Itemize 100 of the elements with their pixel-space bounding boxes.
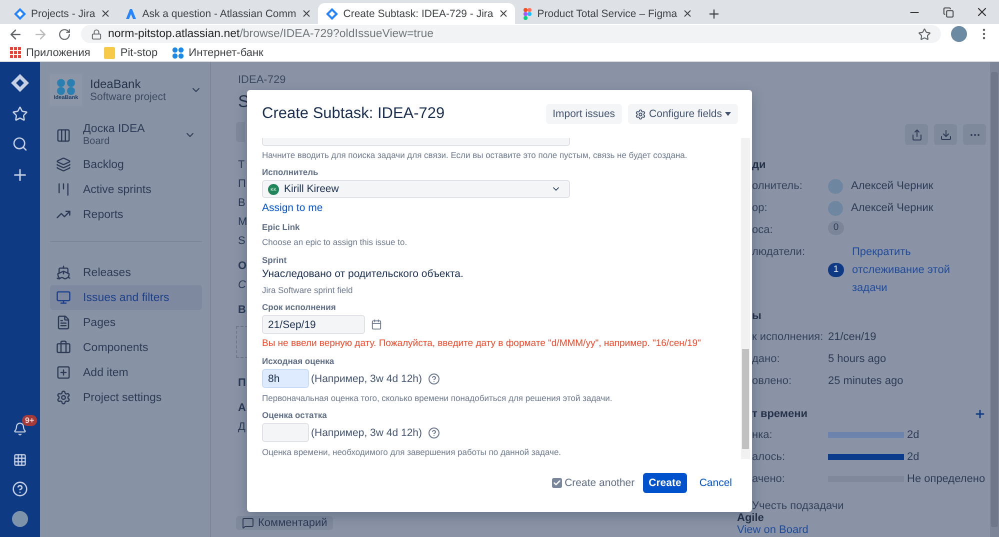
bookmark[interactable]: Приложения (10, 46, 90, 58)
feedback-button[interactable] (934, 124, 957, 145)
help-icon[interactable] (428, 372, 440, 384)
field-label: М (238, 215, 248, 230)
jira-logo[interactable] (11, 74, 29, 92)
profile-avatar[interactable] (951, 26, 967, 42)
help-icon[interactable] (428, 426, 440, 438)
close-icon[interactable] (100, 8, 112, 19)
text-field[interactable] (262, 138, 570, 146)
format-example: (Например, 3w 4d 12h) (311, 426, 422, 438)
section-heading: В (238, 303, 246, 318)
star-icon[interactable] (12, 106, 28, 122)
monitor-icon (56, 290, 71, 305)
field-label: нка: (752, 428, 774, 443)
option-label: Учесть подзадачи (751, 500, 845, 512)
section-heading: А (238, 401, 246, 416)
cancel-link[interactable]: Cancel (699, 476, 732, 488)
site-icon (523, 8, 532, 20)
sidebar-item[interactable]: Доска IDEA Board (50, 120, 202, 150)
close-icon[interactable] (975, 5, 989, 19)
add-page-icon (56, 365, 71, 380)
estimate-field[interactable] (262, 423, 309, 442)
field-label: людатели: (752, 245, 806, 260)
create-button[interactable]: Create (642, 472, 688, 492)
field-value: 21/сен/19 (828, 330, 876, 345)
create-another-checkbox[interactable]: Create another (552, 476, 635, 488)
field-label: С (238, 278, 246, 293)
browser-tab[interactable]: Product Total Service – Figma (515, 3, 700, 24)
back-icon[interactable] (8, 26, 23, 42)
field-value: Унаследовано от родительского объекта. (262, 268, 464, 281)
field-label: ор: (752, 201, 768, 216)
user-avatar (828, 200, 843, 216)
browser-tab[interactable]: Projects - Jira (6, 3, 118, 24)
import-button[interactable]: Import issues (546, 104, 622, 124)
sidebar-item[interactable]: Backlog (50, 152, 202, 177)
help-text: Первоначальная оценка того, сколько времени понадобиться для решения этой задачи. (262, 393, 614, 404)
date-field[interactable]: 21/Sep/19 (262, 315, 365, 334)
user-name: Алексей Черник (851, 179, 934, 194)
calendar-icon[interactable] (371, 319, 382, 330)
sidebar-item[interactable]: Active sprints (50, 177, 202, 202)
dialog-title: Create Subtask: IDEA-729 (262, 105, 446, 123)
section-heading: Agile (737, 512, 765, 524)
field-label: ачено: (752, 472, 786, 487)
time-value: 2d (907, 428, 920, 443)
format-example: (Например, 3w 4d 12h) (311, 372, 422, 384)
section-heading: ы (752, 310, 762, 322)
share-icon (910, 128, 922, 140)
new-tab-icon[interactable] (707, 6, 722, 20)
apps-grid-icon[interactable] (13, 453, 27, 467)
scrollbar-thumb[interactable] (991, 72, 998, 527)
browser-tab[interactable]: Create Subtask: IDEA-729 - Jira (318, 3, 516, 24)
create-icon[interactable] (11, 166, 29, 184)
assign-to-me-link[interactable]: Assign to me (262, 202, 323, 215)
address-bar[interactable]: norm-pitstop.atlassian.net/browse/IDEA-729?oldIssueView=true (81, 25, 941, 43)
field-label: В (238, 196, 246, 211)
field-label: Т (238, 158, 245, 173)
settings-icon (635, 108, 646, 120)
sidebar-item[interactable]: Reports (50, 202, 202, 227)
estimate-field[interactable]: 8h (262, 369, 309, 388)
section-heading: т времени (752, 408, 808, 420)
reload-icon[interactable] (58, 28, 71, 40)
sidebar-item[interactable]: Project settings (50, 385, 202, 410)
field-label: к исполнения: (752, 330, 824, 345)
close-icon[interactable] (682, 8, 694, 19)
ship-icon (56, 265, 71, 280)
search-icon[interactable] (12, 136, 28, 152)
help-text: Jira Software sprint field (262, 285, 354, 296)
field-value: 5 hours ago (828, 352, 886, 367)
field-label: Срок исполнения (262, 302, 337, 313)
field-label: алось: (752, 450, 786, 465)
project-name: IdeaBank (90, 77, 142, 91)
sidebar-item[interactable]: Components (50, 335, 202, 360)
section-heading: ди (752, 159, 766, 171)
help-text: Choose an epic to assign this issue to. (262, 237, 408, 248)
scrollbar-thumb[interactable] (742, 349, 749, 449)
configure-button[interactable]: Configure fields (628, 104, 738, 124)
stack-icon (56, 157, 71, 172)
download-icon (940, 128, 952, 140)
bookmark-star-icon[interactable] (918, 28, 931, 40)
sidebar-item[interactable]: Pages (50, 310, 202, 335)
user-avatar[interactable] (12, 511, 28, 527)
close-icon[interactable] (301, 8, 312, 19)
notifications-icon[interactable] (13, 422, 27, 436)
section-heading: О (238, 259, 247, 274)
add-icon[interactable] (974, 408, 986, 420)
bookmark[interactable]: Интернет-банк (172, 46, 264, 58)
share-button[interactable] (905, 124, 928, 145)
columns-icon (56, 182, 71, 197)
field-label: Оценка остатка (262, 410, 328, 421)
count-badge: 0 (828, 221, 844, 235)
caret-icon (725, 112, 731, 116)
bookmark[interactable]: Pit-stop (104, 46, 158, 58)
field-label: олнитель: (752, 179, 804, 194)
close-icon[interactable] (498, 8, 510, 19)
restore-icon[interactable] (942, 6, 954, 18)
sidebar-item[interactable]: Add item (50, 360, 202, 385)
browser-tab[interactable]: Ask a question - Atlassian Comm (117, 3, 318, 24)
sidebar-item[interactable]: Releases (50, 260, 202, 285)
field-label: овлено: (752, 374, 792, 389)
site-icon (14, 8, 26, 20)
